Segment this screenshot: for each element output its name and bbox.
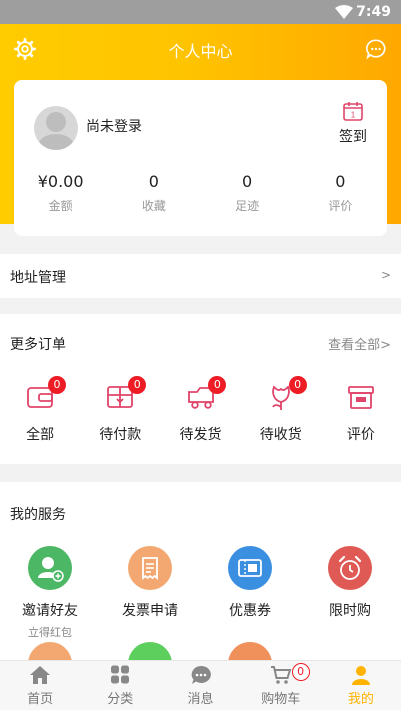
- services-title: 我的服务: [10, 507, 66, 523]
- status-bar: 7:49: [0, 0, 401, 24]
- chevron-right-icon: >: [380, 268, 391, 282]
- tab-category[interactable]: 分类: [80, 661, 160, 710]
- order-badge: 0: [208, 376, 227, 394]
- address-management-row[interactable]: 地址管理 >: [0, 254, 401, 298]
- tab-label: 分类: [107, 692, 134, 707]
- stats-row: ¥0.00 金额 0 收藏 0 足迹 0 评价: [14, 172, 387, 214]
- page-title: 个人中心: [168, 42, 233, 61]
- tab-label: 消息: [187, 692, 214, 707]
- order-pending-shipment[interactable]: 0 待发货: [160, 376, 240, 444]
- order-badge: 0: [48, 376, 66, 394]
- invoice-icon: [128, 546, 172, 590]
- stat-balance[interactable]: ¥0.00 金额: [14, 172, 107, 214]
- signin-label: 签到: [339, 129, 367, 145]
- tab-mine[interactable]: 我的: [321, 661, 401, 710]
- stat-reviews[interactable]: 0 评价: [294, 172, 387, 214]
- grid-icon: [111, 665, 130, 684]
- add-user-icon: [28, 546, 72, 590]
- service-icon: [128, 642, 172, 660]
- service-label: 邀请好友: [22, 603, 78, 619]
- profile-card: 尚未登录 1 签到 ¥0.00 金额 0 收藏 0 足迹 0 评价: [14, 80, 387, 236]
- services-section: 我的服务 邀请好友 立得红包 发票申请 优惠券 限时购: [0, 482, 401, 660]
- stat-value: 0: [148, 172, 159, 191]
- svg-text:1: 1: [351, 111, 356, 120]
- order-label: 待发货: [179, 427, 222, 443]
- stat-value: ¥0.00: [37, 172, 84, 191]
- stat-value: 0: [242, 172, 253, 191]
- services-row-2: [0, 642, 401, 660]
- orders-section: 更多订单 查看全部> 0 全部 0 待付款 0 待发货 0 待收货 评价: [0, 314, 401, 464]
- alarm-clock-icon: [328, 546, 372, 590]
- person-icon: [351, 666, 370, 685]
- order-review[interactable]: 评价: [321, 382, 401, 444]
- order-label: 评价: [346, 427, 375, 443]
- order-status-row: 0 全部 0 待付款 0 待发货 0 待收货 评价: [0, 376, 401, 444]
- signin-button[interactable]: 1 签到: [333, 100, 373, 146]
- tab-label: 我的: [347, 692, 374, 707]
- message-icon[interactable]: [365, 38, 387, 60]
- stat-value: 0: [335, 172, 346, 191]
- cart-icon: [270, 666, 292, 684]
- order-label: 待付款: [99, 427, 142, 443]
- service-label: 优惠券: [229, 603, 271, 619]
- service-label: 限时购: [329, 603, 371, 619]
- stat-label: 收藏: [141, 199, 166, 213]
- tab-cart[interactable]: 0 购物车: [241, 661, 321, 710]
- service-item[interactable]: [200, 642, 300, 660]
- tab-messages[interactable]: 消息: [160, 661, 240, 710]
- service-invoice-request[interactable]: 发票申请: [100, 546, 200, 640]
- wifi-icon: [335, 5, 353, 19]
- service-item[interactable]: [100, 642, 200, 660]
- cart-badge: 0: [291, 663, 310, 681]
- stat-label: 评价: [328, 199, 353, 213]
- order-badge: 0: [288, 376, 307, 394]
- service-icon: [28, 642, 72, 660]
- service-sublabel: 立得红包: [28, 626, 72, 639]
- login-prompt[interactable]: 尚未登录: [86, 116, 142, 136]
- order-badge: 0: [128, 376, 147, 394]
- orders-title: 更多订单: [10, 337, 66, 353]
- stat-footprints[interactable]: 0 足迹: [201, 172, 294, 214]
- order-pending-payment[interactable]: 0 待付款: [80, 376, 160, 444]
- service-item[interactable]: [0, 642, 100, 660]
- service-icon: [228, 642, 272, 660]
- stat-label: 金额: [48, 199, 73, 213]
- bottom-tab-bar: 首页 分类 消息 0 购物车 我的: [0, 660, 401, 710]
- stat-label: 足迹: [235, 199, 260, 213]
- services-row: 邀请好友 立得红包 发票申请 优惠券 限时购: [0, 546, 401, 640]
- service-coupons[interactable]: 优惠券: [200, 546, 300, 640]
- service-label: 发票申请: [122, 603, 178, 619]
- home-icon: [30, 666, 51, 684]
- order-pending-receipt[interactable]: 0 待收货: [241, 376, 321, 444]
- avatar[interactable]: [34, 106, 78, 150]
- tab-label: 购物车: [261, 692, 301, 707]
- order-label: 全部: [26, 427, 55, 443]
- box-icon: [348, 386, 374, 409]
- stat-favorites[interactable]: 0 收藏: [107, 172, 200, 214]
- address-label: 地址管理: [10, 270, 66, 286]
- coupon-icon: [228, 546, 272, 590]
- view-all-orders-link[interactable]: 查看全部>: [328, 334, 391, 353]
- service-flash-sale[interactable]: 限时购: [300, 546, 400, 640]
- tab-label: 首页: [27, 692, 54, 707]
- status-time: 7:49: [356, 4, 391, 20]
- service-invite-friends[interactable]: 邀请好友 立得红包: [0, 546, 100, 640]
- order-all[interactable]: 0 全部: [0, 376, 80, 444]
- order-label: 待收货: [259, 427, 302, 443]
- tab-home[interactable]: 首页: [0, 661, 80, 710]
- calendar-icon: 1: [343, 102, 363, 121]
- chat-icon: [191, 665, 211, 684]
